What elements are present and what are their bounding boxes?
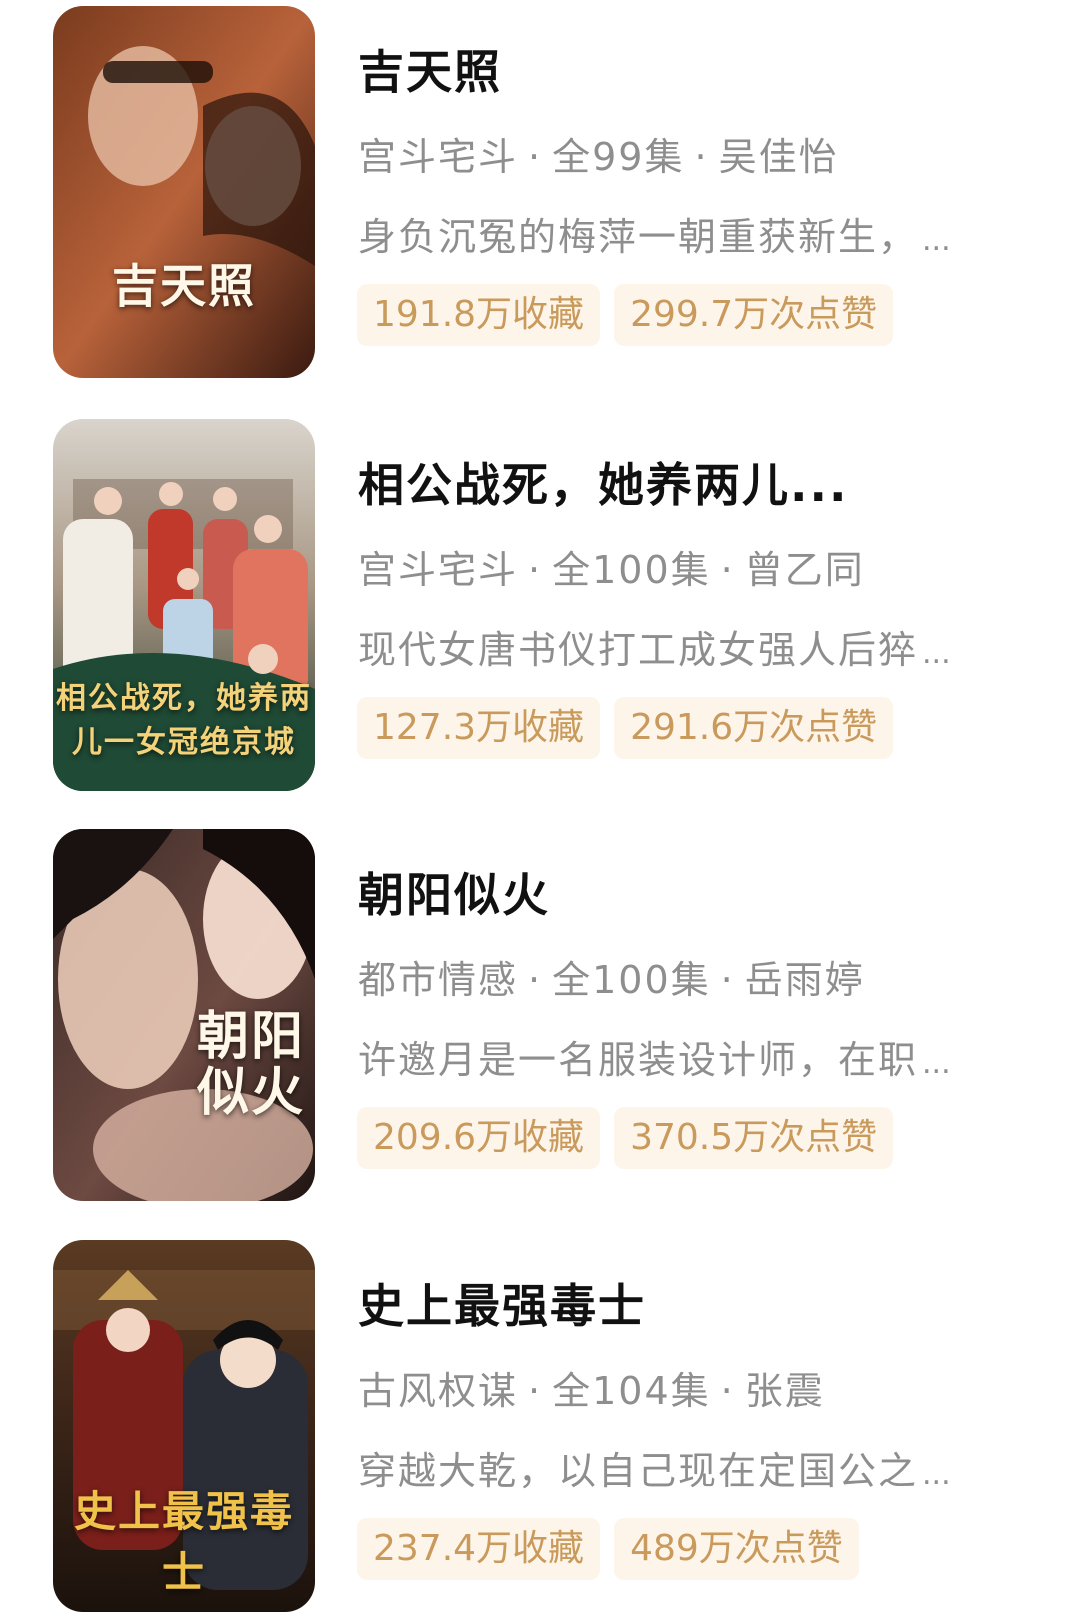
likes-badge: 291.6万次点赞 bbox=[614, 697, 894, 759]
favorites-badge: 209.6万收藏 bbox=[357, 1107, 601, 1169]
genre-label: 宫斗宅斗 bbox=[358, 135, 519, 179]
likes-badge: 370.5万次点赞 bbox=[614, 1107, 894, 1169]
actor-name: 岳雨婷 bbox=[744, 958, 865, 1002]
drama-meta: 宫斗宅斗 · 全100集 · 曾乙同 bbox=[358, 539, 1018, 594]
drama-poster[interactable]: 吉天照 bbox=[53, 6, 315, 378]
description-text: 许邀月是一名服装设计师，在职 bbox=[358, 1038, 919, 1082]
drama-card[interactable]: 史上最强毒士 史上最强毒士 古风权谋 · 全104集 · 张震 穿越大乾，以自己现在定国… bbox=[0, 1240, 1080, 1620]
drama-title[interactable]: 吉天照 bbox=[358, 36, 1018, 102]
actor-name: 张震 bbox=[744, 1369, 825, 1413]
drama-list: 吉天照 吉天照 宫斗宅斗 · 全99集 · 吴佳怡 身负沉冤的梅萍一朝重获新生，... … bbox=[0, 0, 1080, 1620]
drama-poster[interactable]: 朝阳似火 bbox=[53, 829, 315, 1201]
drama-title[interactable]: 史上最强毒士 bbox=[358, 1270, 1018, 1336]
ellipsis: ... bbox=[922, 1046, 951, 1081]
separator-dot: · bbox=[720, 548, 735, 592]
drama-card[interactable]: 朝阳似火 朝阳似火 都市情感 · 全100集 · 岳雨婷 许邀月是一名服装设计师，在职.… bbox=[0, 829, 1080, 1209]
actor-name: 吴佳怡 bbox=[718, 135, 839, 179]
drama-card[interactable]: 吉天照 吉天照 宫斗宅斗 · 全99集 · 吴佳怡 身负沉冤的梅萍一朝重获新生，... … bbox=[0, 6, 1080, 386]
drama-meta: 都市情感 · 全100集 · 岳雨婷 bbox=[358, 949, 1018, 1004]
description-text: 身负沉冤的梅萍一朝重获新生， bbox=[358, 215, 919, 259]
stat-tags: 209.6万收藏 370.5万次点赞 bbox=[357, 1107, 894, 1169]
poster-title-text: 吉天照 bbox=[112, 259, 256, 313]
episode-count: 全99集 bbox=[552, 135, 685, 179]
ellipsis: ... bbox=[922, 1457, 951, 1492]
poster-title-text: 朝阳似火 bbox=[196, 1006, 305, 1123]
episode-count: 全100集 bbox=[552, 958, 711, 1002]
stat-tags: 237.4万收藏 489万次点赞 bbox=[357, 1518, 859, 1580]
separator-dot: · bbox=[528, 1369, 543, 1413]
genre-label: 古风权谋 bbox=[358, 1369, 519, 1413]
separator-dot: · bbox=[528, 135, 543, 179]
drama-title[interactable]: 相公战死，她养两儿... bbox=[358, 449, 1018, 515]
stat-tags: 127.3万收藏 291.6万次点赞 bbox=[357, 697, 894, 759]
drama-description: 许邀月是一名服装设计师，在职... bbox=[358, 1029, 1018, 1084]
separator-dot: · bbox=[528, 958, 543, 1002]
drama-meta: 宫斗宅斗 · 全99集 · 吴佳怡 bbox=[358, 126, 1018, 181]
separator-dot: · bbox=[720, 1369, 735, 1413]
drama-poster[interactable]: 相公战死，她养两儿一女冠绝京城 bbox=[53, 419, 315, 791]
drama-meta: 古风权谋 · 全104集 · 张震 bbox=[358, 1360, 1018, 1415]
actor-name: 曾乙同 bbox=[744, 548, 865, 592]
poster-title-text: 相公战死，她养两儿一女冠绝京城 bbox=[56, 681, 312, 760]
favorites-badge: 191.8万收藏 bbox=[357, 284, 601, 346]
poster-title-text: 史上最强毒士 bbox=[73, 1487, 294, 1597]
favorites-badge: 127.3万收藏 bbox=[357, 697, 601, 759]
genre-label: 宫斗宅斗 bbox=[358, 548, 519, 592]
separator-dot: · bbox=[720, 958, 735, 1002]
drama-card[interactable]: 相公战死，她养两儿一女冠绝京城 相公战死，她养两儿... 宫斗宅斗 · 全100集 ·… bbox=[0, 419, 1080, 799]
drama-description: 身负沉冤的梅萍一朝重获新生，... bbox=[358, 206, 1018, 261]
drama-description: 现代女唐书仪打工成女强人后猝... bbox=[358, 619, 1018, 674]
episode-count: 全100集 bbox=[552, 548, 711, 592]
stat-tags: 191.8万收藏 299.7万次点赞 bbox=[357, 284, 894, 346]
episode-count: 全104集 bbox=[552, 1369, 711, 1413]
ellipsis: ... bbox=[922, 223, 951, 258]
drama-title[interactable]: 朝阳似火 bbox=[358, 859, 1018, 925]
drama-poster[interactable]: 史上最强毒士 bbox=[53, 1240, 315, 1612]
separator-dot: · bbox=[694, 135, 709, 179]
likes-badge: 299.7万次点赞 bbox=[614, 284, 894, 346]
likes-badge: 489万次点赞 bbox=[614, 1518, 859, 1580]
description-text: 现代女唐书仪打工成女强人后猝 bbox=[358, 628, 919, 672]
genre-label: 都市情感 bbox=[358, 958, 519, 1002]
separator-dot: · bbox=[528, 548, 543, 592]
ellipsis: ... bbox=[922, 636, 951, 671]
drama-description: 穿越大乾，以自己现在定国公之... bbox=[358, 1440, 1018, 1495]
favorites-badge: 237.4万收藏 bbox=[357, 1518, 601, 1580]
description-text: 穿越大乾，以自己现在定国公之 bbox=[358, 1449, 919, 1493]
